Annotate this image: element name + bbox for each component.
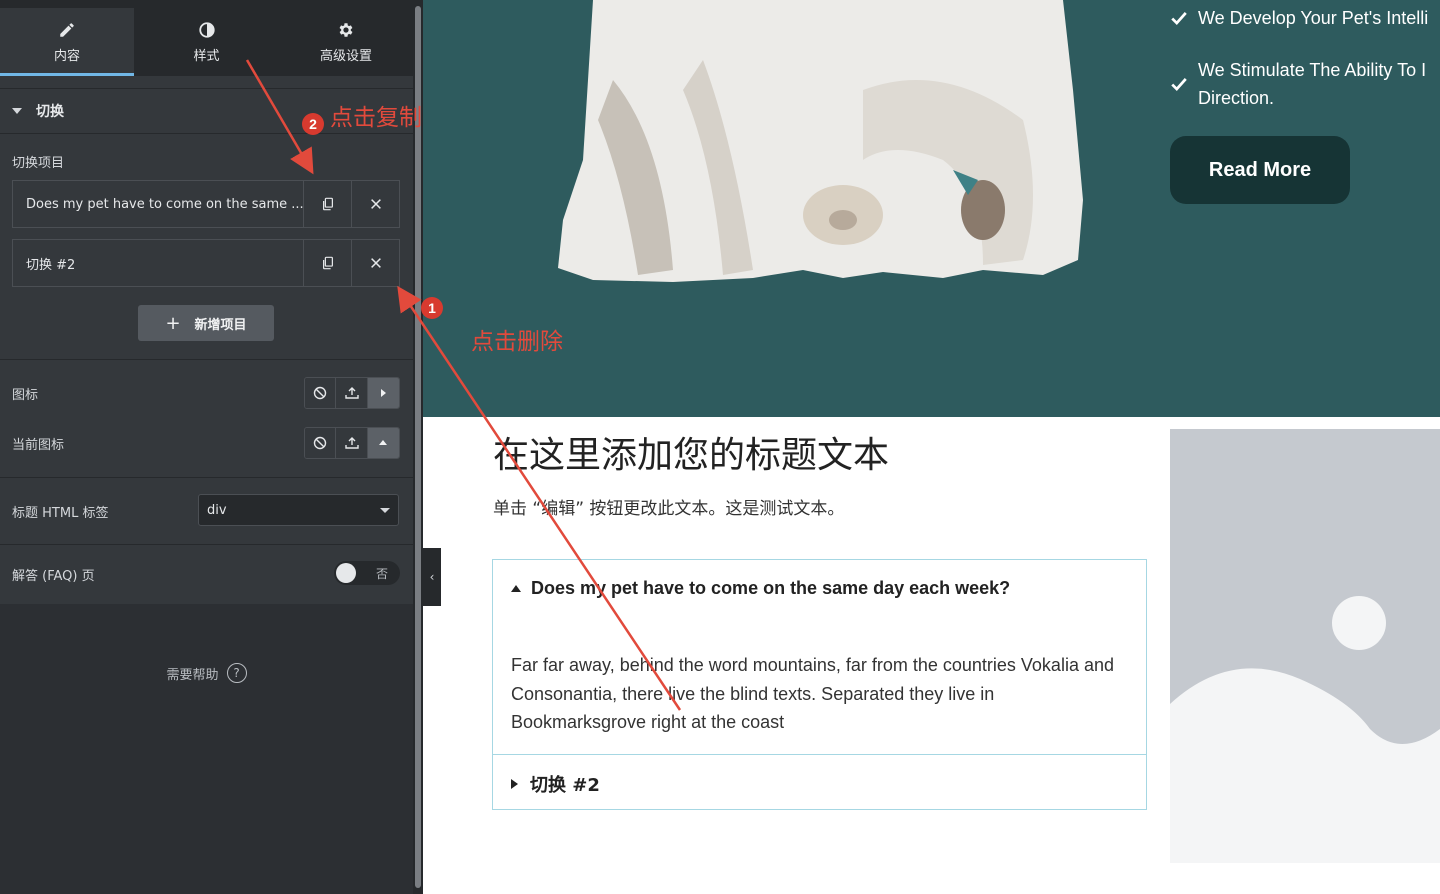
annotation-step-1: 1: [421, 297, 443, 319]
expand-option[interactable]: [367, 428, 399, 458]
accordion-title-text: Does my pet have to come on the same day…: [531, 578, 1011, 598]
remove-button[interactable]: [351, 240, 399, 286]
caret-down-icon: [12, 108, 22, 114]
panel-scrollbar[interactable]: [413, 0, 423, 894]
image-placeholder: [1170, 429, 1440, 863]
accordion-divider: [493, 754, 1146, 755]
accordion-item-1-title[interactable]: Does my pet have to come on the same day…: [511, 578, 1010, 599]
editor-panel: 内容 样式 高级设置 切换 切换项目 Does my pet have to c…: [0, 0, 413, 894]
tab-content[interactable]: 内容: [0, 8, 134, 76]
repeater-item-1[interactable]: Does my pet have to come on the same ...: [12, 180, 400, 228]
panel-top-bar: [0, 0, 413, 8]
plus-icon: +: [165, 312, 181, 334]
page-subtext: 单击 “编辑” 按钮更改此文本。这是测试文本。: [493, 499, 845, 519]
annotation-step-2: 2: [302, 113, 324, 135]
tab-style-label: 样式: [193, 48, 220, 64]
repeater-item-title[interactable]: 切换 #2: [13, 240, 303, 286]
title-html-tag-select[interactable]: div: [198, 494, 399, 526]
feature-text: We Develop Your Pet's Intelli: [1198, 8, 1429, 28]
none-option[interactable]: [305, 428, 337, 458]
annotation-step-1-text: 点击删除: [471, 329, 563, 355]
pencil-icon: [60, 22, 74, 37]
question-icon: ?: [226, 663, 247, 683]
ban-icon: [313, 436, 327, 450]
ban-icon: [313, 386, 327, 400]
accordion-item-2-title[interactable]: 切换 #2: [511, 771, 600, 797]
section-title: 切换: [36, 104, 64, 120]
divider: [0, 477, 413, 478]
caret-right-icon: [511, 779, 518, 789]
check-icon: [1171, 78, 1187, 92]
upload-option[interactable]: [336, 378, 368, 408]
icon-chooser: [304, 377, 400, 409]
upload-option[interactable]: [336, 428, 368, 458]
repeater-item-2[interactable]: 切换 #2: [12, 239, 400, 287]
help-label: 需要帮助: [166, 667, 219, 683]
caret-up-icon: [511, 585, 521, 592]
gear-icon: [339, 22, 353, 37]
feature-text: We Stimulate The Ability To I Direction.: [1198, 60, 1427, 108]
accordion-item-1-body: Far far away, behind the word mountains,…: [511, 655, 1114, 732]
placeholder-image-icon: [1170, 596, 1440, 863]
contrast-icon: [198, 21, 215, 38]
read-more-button[interactable]: Read More: [1170, 136, 1350, 204]
close-icon: [370, 199, 381, 209]
duplicate-button[interactable]: [303, 181, 351, 227]
none-option[interactable]: [305, 378, 337, 408]
duplicate-button[interactable]: [303, 240, 351, 286]
repeater-item-title[interactable]: Does my pet have to come on the same ...: [13, 181, 303, 227]
copy-icon: [322, 256, 333, 270]
panel-tabs: 内容 样式 高级设置: [0, 8, 413, 76]
repeater-label: 切换项目: [12, 156, 65, 171]
tab-content-label: 内容: [53, 48, 80, 64]
help-link[interactable]: 需要帮助 ?: [0, 663, 413, 683]
copy-icon: [322, 197, 333, 211]
add-item-button[interactable]: + 新增项目: [138, 305, 274, 341]
active-icon-label: 当前图标: [12, 438, 65, 453]
toggle-text: 否: [375, 567, 388, 581]
caret-up-icon: [379, 440, 388, 445]
faq-toggle[interactable]: 否: [334, 561, 400, 585]
accordion-title-text: 切换 #2: [530, 775, 600, 796]
page-heading: 在这里添加您的标题文本: [493, 435, 890, 476]
collapse-panel-button[interactable]: ‹: [423, 548, 441, 606]
icon-label: 图标: [12, 388, 39, 403]
check-icon: [1171, 12, 1187, 26]
select-value: div: [207, 502, 227, 518]
panel-footer-area: [0, 604, 413, 894]
feature-item: We Develop Your Pet's Intelli: [1170, 4, 1428, 32]
active-icon-chooser: [304, 427, 400, 459]
divider: [0, 359, 413, 360]
scrollbar-thumb[interactable]: [415, 6, 421, 888]
chevron-down-icon: [380, 508, 390, 513]
tab-style[interactable]: 样式: [134, 8, 279, 76]
accordion: Does my pet have to come on the same day…: [492, 559, 1147, 810]
title-html-tag-label: 标题 HTML 标签: [12, 506, 109, 521]
annotation-step-2-text: 点击复制: [330, 105, 422, 131]
chevron-left-icon: ‹: [429, 570, 435, 584]
feature-item: We Stimulate The Ability To I Direction.: [1170, 56, 1426, 112]
tab-advanced-label: 高级设置: [319, 48, 372, 64]
remove-button[interactable]: [351, 181, 399, 227]
upload-icon: [344, 387, 359, 399]
close-icon: [370, 258, 381, 268]
add-item-label: 新增项目: [194, 317, 247, 333]
caret-right-icon: [381, 389, 387, 397]
toggle-knob: [336, 563, 356, 583]
expand-option[interactable]: [367, 378, 399, 408]
upload-icon: [344, 437, 359, 449]
faq-label: 解答 (FAQ) 页: [12, 569, 95, 584]
tab-advanced[interactable]: 高级设置: [279, 8, 413, 76]
